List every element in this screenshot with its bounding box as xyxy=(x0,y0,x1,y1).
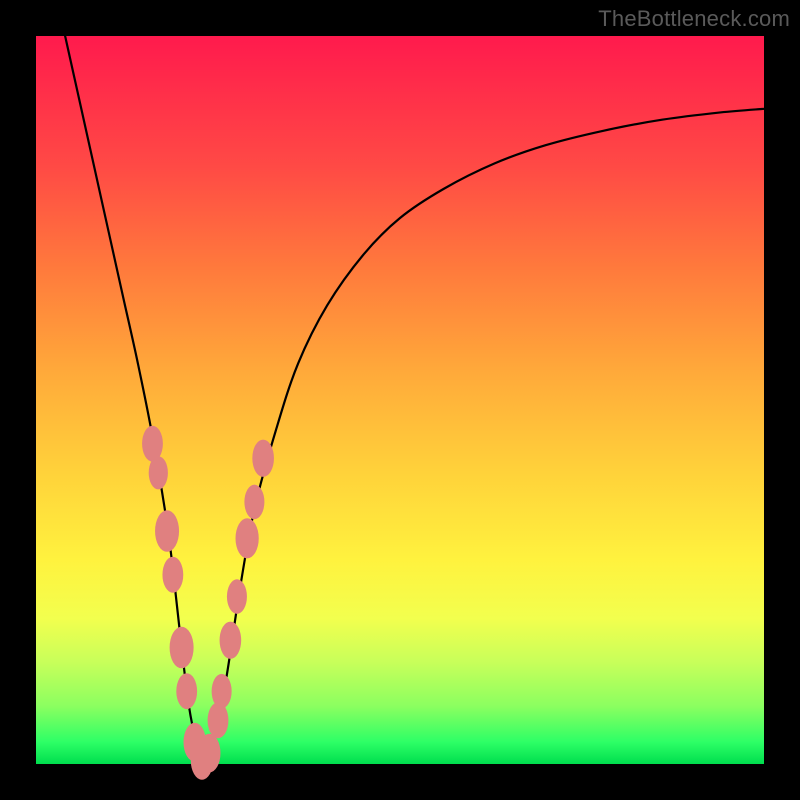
curve-marker xyxy=(220,622,242,659)
chart-frame: TheBottleneck.com xyxy=(0,0,800,800)
curve-marker xyxy=(142,426,163,462)
curve-marker xyxy=(236,518,259,558)
watermark-text: TheBottleneck.com xyxy=(598,6,790,32)
curve-marker xyxy=(149,456,168,489)
curve-marker xyxy=(208,702,229,738)
curve-marker xyxy=(176,673,197,709)
curve-marker xyxy=(252,440,274,477)
curve-svg xyxy=(36,36,764,764)
curve-marker xyxy=(198,734,220,773)
bottleneck-curve xyxy=(65,36,764,764)
plot-area xyxy=(36,36,764,764)
curve-marker xyxy=(212,674,232,709)
curve-markers xyxy=(142,426,274,780)
curve-marker xyxy=(244,485,264,520)
curve-marker xyxy=(170,627,194,669)
curve-marker xyxy=(155,510,179,552)
curve-marker xyxy=(162,557,183,593)
curve-marker xyxy=(227,579,247,614)
